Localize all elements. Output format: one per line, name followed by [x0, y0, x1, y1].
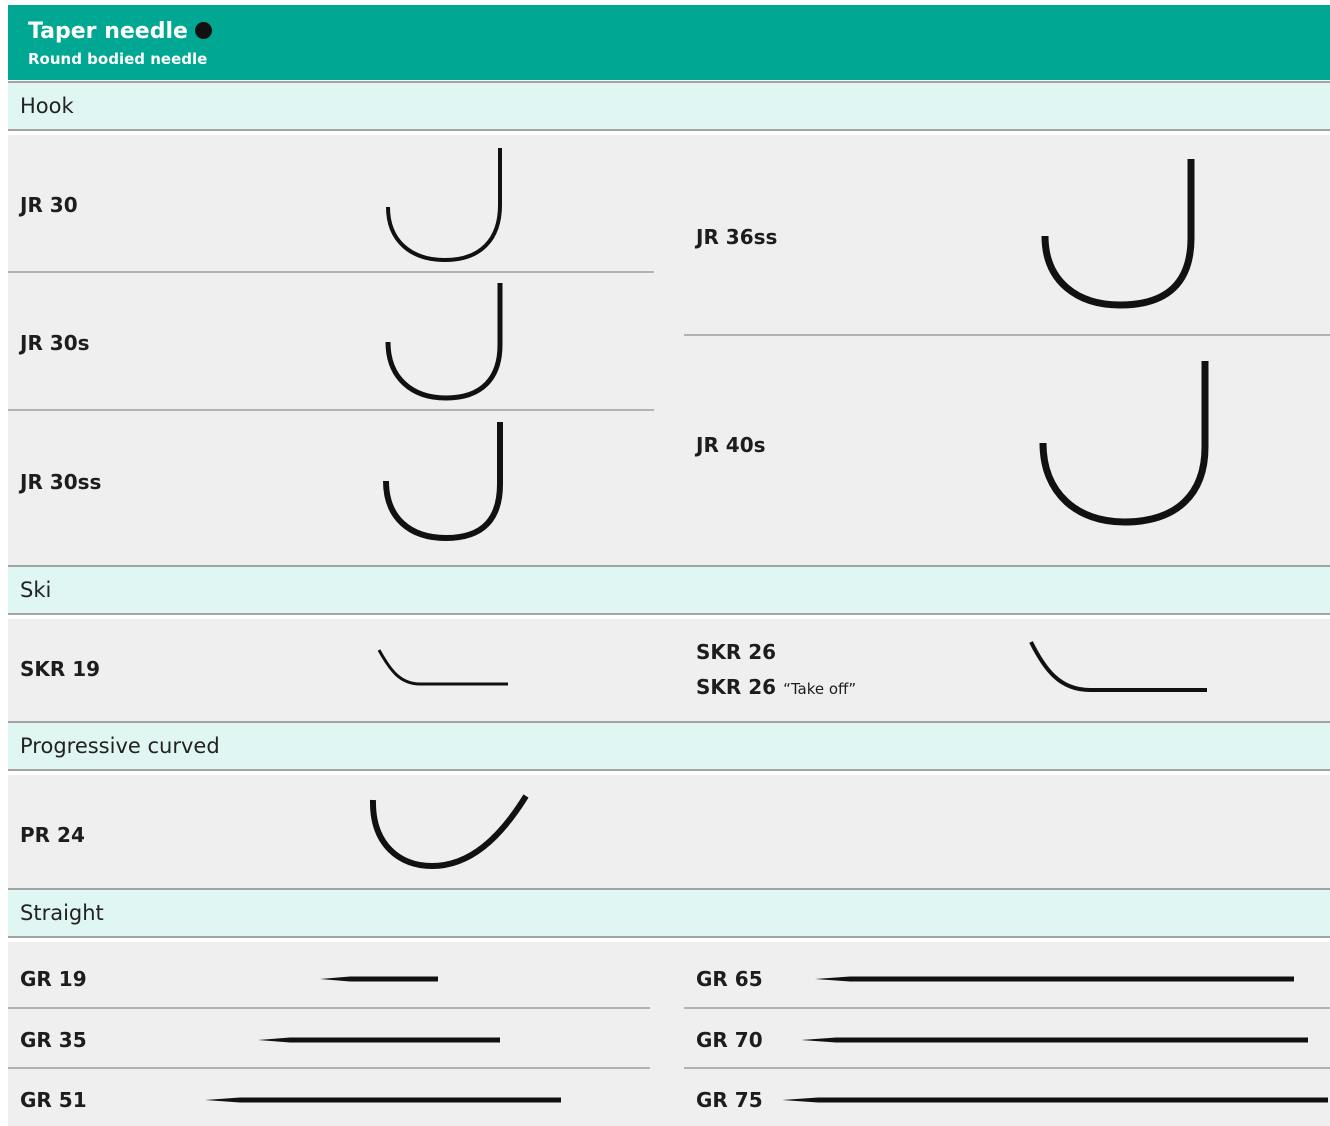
gr35-needle-icon — [258, 1037, 500, 1043]
straight-drawings — [205, 976, 1328, 1103]
gr19-needle-icon — [320, 976, 438, 982]
gr65-needle-icon — [815, 976, 1294, 982]
gr70-needle-icon — [801, 1037, 1308, 1043]
gr51-needle-icon — [205, 1097, 561, 1103]
gr75-needle-icon — [782, 1097, 1328, 1103]
